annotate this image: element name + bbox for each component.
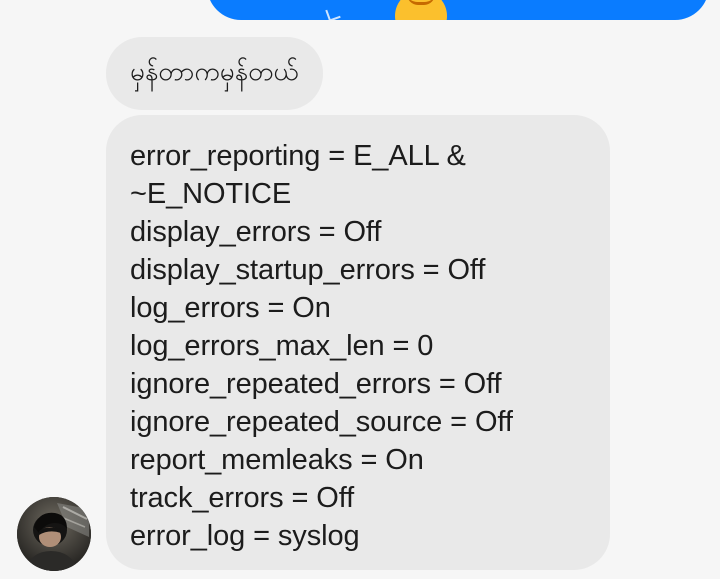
outgoing-message-bubble[interactable] <box>207 0 709 20</box>
message-line: log_errors_max_len = 0 <box>130 330 434 362</box>
message-line: error_reporting = E_ALL & <box>130 140 466 172</box>
message-line: display_startup_errors = Off <box>130 254 486 286</box>
message-line: error_log = syslog <box>130 520 360 552</box>
seen-check-icon <box>325 6 341 20</box>
message-line: display_errors = Off <box>130 216 382 248</box>
smiling-face-emoji-icon <box>395 0 447 20</box>
message-line: report_memleaks = On <box>130 444 424 476</box>
incoming-message-bubble[interactable]: မှန်တာကမှန်တယ် <box>106 37 323 110</box>
message-line: track_errors = Off <box>130 482 355 514</box>
message-line: ignore_repeated_source = Off <box>130 406 513 438</box>
sender-avatar[interactable] <box>17 497 91 571</box>
emoji-mouth <box>407 0 435 5</box>
message-line: log_errors = On <box>130 292 331 324</box>
message-line: ignore_repeated_errors = Off <box>130 368 502 400</box>
chat-thread: မှန်တာကမှန်တယ် error_reporting = E_ALL &… <box>0 0 720 579</box>
message-text: မှန်တာကမှန်တယ် <box>130 57 299 87</box>
incoming-code-message-bubble[interactable]: error_reporting = E_ALL & ~E_NOTICE disp… <box>106 115 610 570</box>
message-line: ~E_NOTICE <box>130 178 292 210</box>
profile-photo-icon <box>17 497 91 571</box>
